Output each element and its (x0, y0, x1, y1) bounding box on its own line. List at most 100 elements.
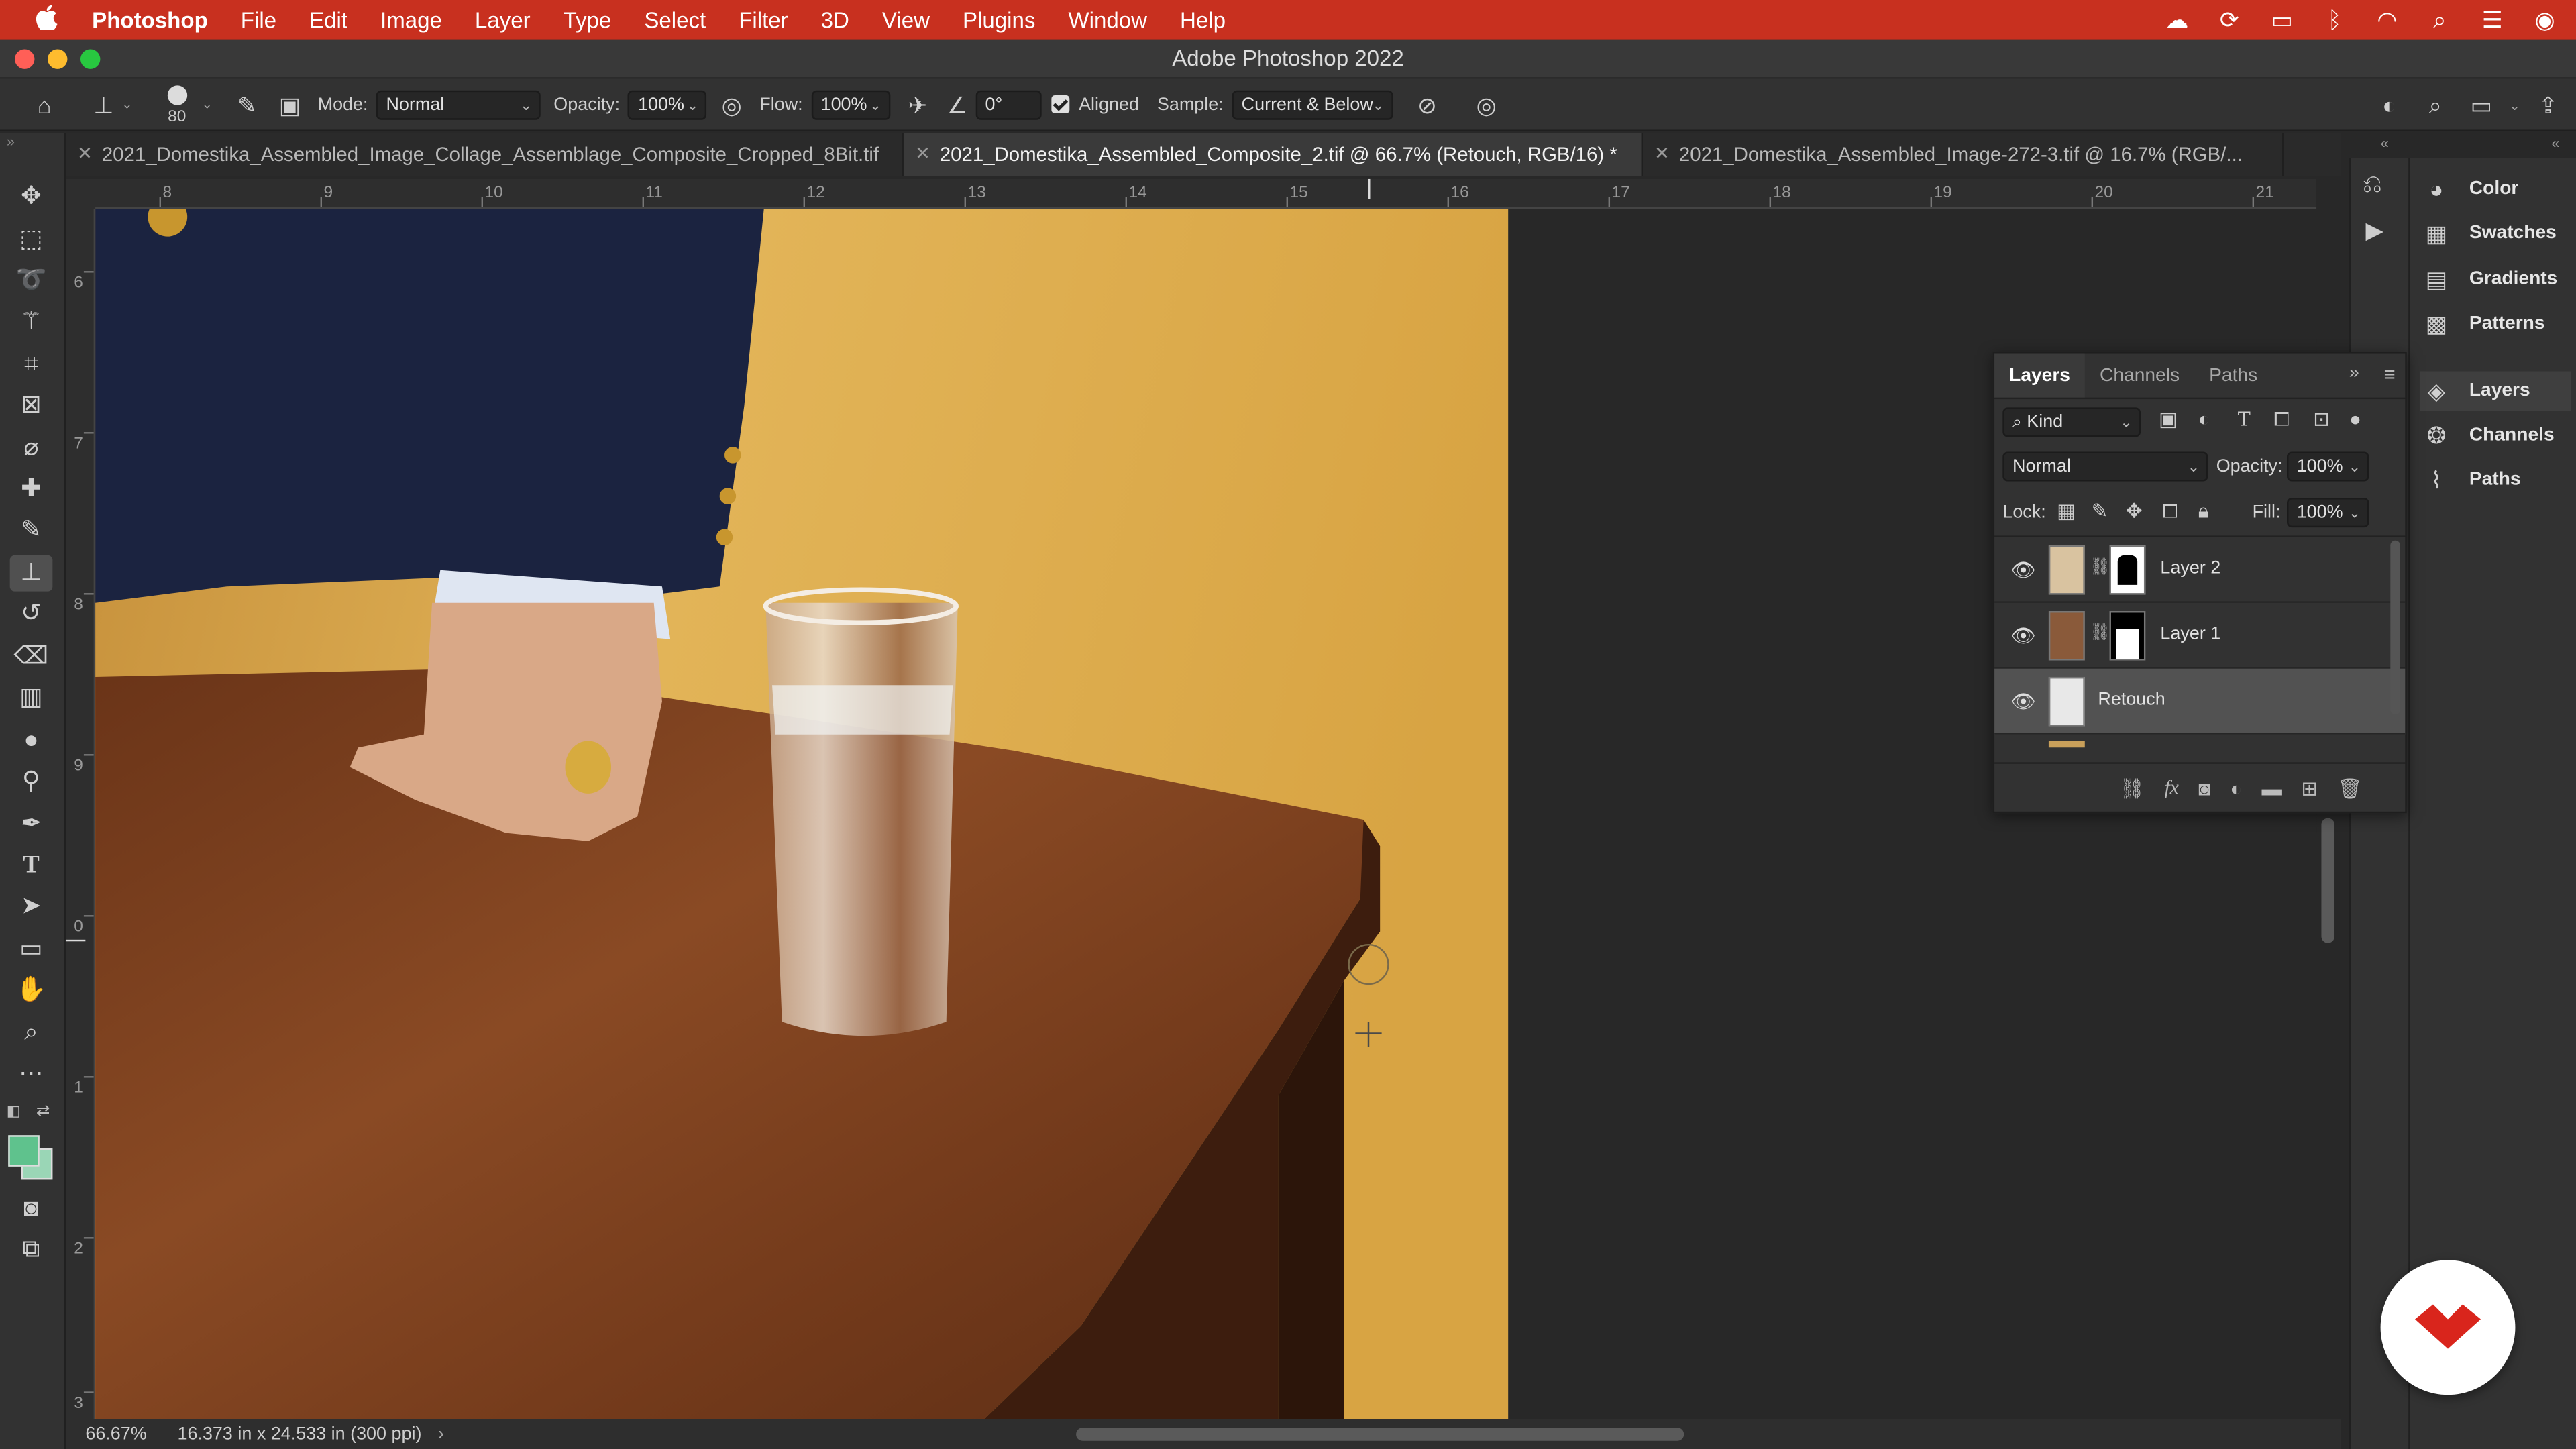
home-icon[interactable]: ⌂ (26, 87, 62, 123)
cc-sync-icon[interactable]: ⟳ (2214, 6, 2244, 34)
layer-mask-thumbnail[interactable] (2109, 611, 2146, 661)
clone-source-panel-icon[interactable]: ▣ (272, 87, 308, 123)
tab-channels[interactable]: Channels (2085, 354, 2194, 398)
wifi-icon[interactable]: ◠ (2372, 6, 2402, 34)
horizontal-ruler[interactable]: 8 9 10 11 12 13 14 15 16 17 18 19 20 21 (95, 178, 2317, 209)
preset-dropdown-chevron-icon[interactable]: ⌄ (121, 97, 132, 111)
lock-transparency-icon[interactable]: ▦ (2057, 499, 2076, 522)
vertical-ruler[interactable]: 6 7 8 9 0 1 2 3 (65, 209, 96, 1421)
trash-icon[interactable]: 🗑︎ (2337, 776, 2362, 799)
menu-image[interactable]: Image (364, 7, 459, 32)
path-selection-tool-icon[interactable]: ➤ (10, 889, 53, 925)
magic-wand-tool-icon[interactable]: ⚚ (10, 304, 53, 340)
move-tool-icon[interactable]: ✥ (10, 179, 53, 215)
brush-size-picker[interactable]: 80 (152, 80, 201, 129)
more-tools-icon[interactable]: ⋯ (10, 1057, 53, 1093)
dodge-tool-icon[interactable]: ⚲ (10, 764, 53, 800)
menu-file[interactable]: File (224, 7, 292, 32)
layer-name[interactable]: Retouch (2098, 690, 2165, 710)
blend-mode-select[interactable]: Normal ⌄ (2002, 451, 2208, 482)
lock-pixels-icon[interactable]: ✎ (2092, 499, 2108, 522)
patterns-panel-tab[interactable]: ▩ Patterns (2420, 304, 2571, 343)
layer-row-layer-1[interactable]: 👁︎ ⛓ Layer 1 (1994, 603, 2406, 669)
zoom-level[interactable]: 66.67% (85, 1424, 177, 1444)
new-layer-icon[interactable]: ⊞ (2301, 776, 2318, 799)
pressure-size-icon[interactable]: ◎ (1468, 87, 1505, 123)
document-canvas[interactable] (95, 209, 2317, 1421)
actions-panel-icon[interactable]: ▶ (2366, 217, 2383, 245)
healing-brush-tool-icon[interactable]: ✚ (10, 472, 53, 508)
angle-input[interactable]: 0° (975, 89, 1041, 119)
menu-help[interactable]: Help (1164, 7, 1242, 32)
adjustment-layer-icon[interactable]: ◐ (2230, 776, 2242, 799)
menu-app-name[interactable]: Photoshop (92, 7, 224, 32)
menu-filter[interactable]: Filter (722, 7, 804, 32)
brush-settings-panel-icon[interactable]: ✎ (229, 87, 265, 123)
layer-row-partial[interactable] (1994, 735, 2405, 748)
screen-record-icon[interactable]: ▭ (2267, 6, 2297, 34)
eraser-tool-icon[interactable]: ⌫ (10, 639, 53, 676)
layer-name[interactable]: Layer 1 (2160, 625, 2220, 644)
close-tab-icon[interactable]: ✕ (915, 133, 930, 176)
tab-layers[interactable]: Layers (1994, 353, 2086, 398)
pressure-opacity-icon[interactable]: ◎ (714, 87, 750, 123)
menu-type[interactable]: Type (547, 7, 628, 32)
clone-stamp-preset-icon[interactable]: ⊥ (85, 87, 121, 123)
quick-mask-icon[interactable]: ◙ (10, 1191, 53, 1228)
rectangle-tool-icon[interactable]: ▭ (10, 932, 53, 968)
filter-smart-object-icon[interactable]: ⊡ (2313, 407, 2330, 430)
clone-stamp-tool-icon[interactable]: ⊥ (9, 555, 53, 592)
ruler-origin[interactable] (65, 178, 96, 209)
search-icon[interactable]: ⌕ (2417, 87, 2453, 123)
visibility-eye-icon[interactable]: 👁︎ (2011, 559, 2036, 582)
foreground-color-swatch[interactable] (8, 1135, 40, 1167)
paths-panel-tab[interactable]: ⌇ Paths (2420, 460, 2571, 500)
history-brush-tool-icon[interactable]: ↺ (10, 596, 53, 633)
lock-all-icon[interactable]: 🔒︎ (2198, 499, 2209, 524)
zoom-tool-icon[interactable]: ⌕ (10, 1015, 53, 1051)
panel-menu-icon[interactable]: ≡ (2383, 363, 2395, 386)
tab-image-272-3[interactable]: ✕ 2021_Domestika_Assembled_Image-272-3.ti… (1643, 133, 2284, 176)
add-mask-icon[interactable]: ◙ (2198, 776, 2210, 799)
collapse-panels-icon[interactable]: « (2381, 135, 2389, 151)
vertical-scrollbar[interactable] (2321, 818, 2335, 943)
gradients-panel-tab[interactable]: ▤ Gradients (2420, 260, 2571, 299)
gradient-tool-icon[interactable]: ▥ (10, 680, 53, 716)
color-panel-tab[interactable]: ◕ Color (2420, 169, 2571, 209)
eyedropper-tool-icon[interactable]: ⌀ (10, 431, 53, 467)
layer-mask-thumbnail[interactable] (2109, 545, 2146, 595)
airbrush-icon[interactable]: ✈ (900, 87, 936, 123)
filter-kind-select[interactable]: ⌕ Kind ⌄ (2002, 407, 2141, 437)
expand-toolbar-icon[interactable]: » (7, 133, 15, 149)
share-icon[interactable]: ⇪ (2530, 87, 2566, 123)
filter-pixel-icon[interactable]: ▣ (2159, 407, 2178, 430)
layer-row-retouch[interactable]: 👁︎ Retouch (1994, 668, 2406, 735)
swatches-panel-tab[interactable]: ▦ Swatches (2420, 213, 2571, 253)
visibility-eye-icon[interactable]: 👁︎ (2011, 625, 2036, 647)
collapse-dock-icon[interactable]: « (2551, 135, 2559, 151)
creative-cloud-icon[interactable]: ☁ (2162, 6, 2192, 34)
pen-tool-icon[interactable]: ✒ (10, 806, 53, 843)
layer-opacity-input[interactable]: 100% ⌄ (2287, 451, 2369, 482)
menu-view[interactable]: View (865, 7, 946, 32)
brush-dropdown-chevron-icon[interactable]: ⌄ (201, 97, 212, 111)
filter-adjustment-icon[interactable]: ◐ (2198, 407, 2210, 430)
marquee-tool-icon[interactable]: ⬚ (10, 222, 53, 258)
link-chain-icon[interactable]: ⛓ (2090, 625, 2110, 643)
horizontal-scrollbar[interactable] (1076, 1428, 1684, 1441)
spotlight-search-icon[interactable]: ⌕ (2425, 6, 2455, 34)
type-tool-icon[interactable]: T (10, 848, 53, 884)
lock-position-icon[interactable]: ✥ (2126, 499, 2143, 522)
bluetooth-icon[interactable]: ᛒ (2320, 7, 2349, 33)
siri-icon[interactable]: ◉ (2530, 6, 2559, 34)
apple-icon[interactable] (0, 4, 92, 36)
filter-type-icon[interactable]: T (2238, 406, 2251, 432)
default-colors-icon[interactable]: ◧ (7, 1102, 21, 1120)
lock-artboard-icon[interactable]: ⧠ (2162, 499, 2178, 524)
ignore-adjustment-layers-icon[interactable]: ⊘ (1409, 87, 1445, 123)
layers-panel-tab[interactable]: ◈ Layers (2420, 371, 2571, 411)
menu-3d[interactable]: 3D (804, 7, 865, 32)
flow-input[interactable]: 100% ⌄ (810, 89, 890, 119)
filter-toggle-icon[interactable]: ● (2349, 407, 2361, 430)
tab-composite-2[interactable]: ✕ 2021_Domestika_Assembled_Composite_2.ti… (903, 133, 1643, 176)
